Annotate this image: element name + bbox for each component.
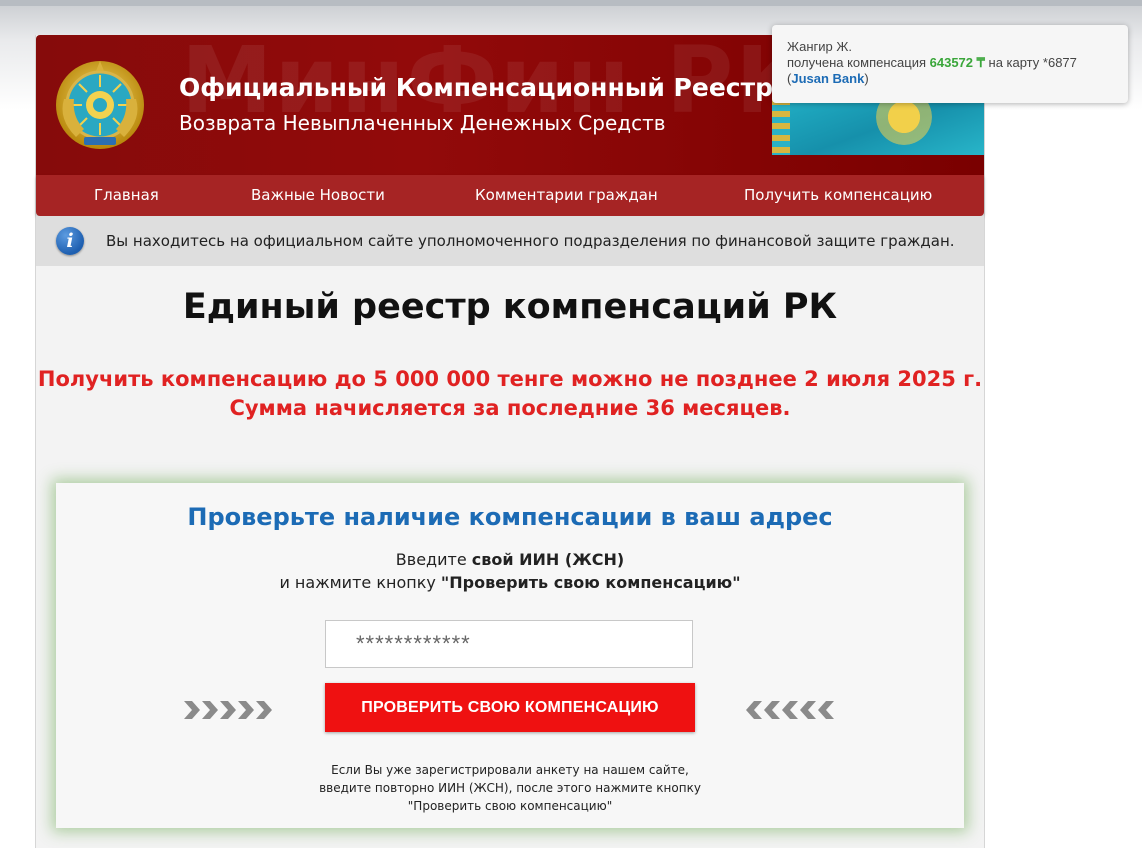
registration-note: Если Вы уже зарегистрировали анкету на н… — [56, 761, 964, 815]
nav-item-news[interactable]: Важные Новости — [251, 175, 385, 216]
promo-line-1: Получить компенсацию до 5 000 000 тенге … — [37, 367, 983, 391]
notification-card: на карту *6877 — [984, 55, 1077, 70]
promo-text: Получить компенсацию до 5 000 000 тенге … — [36, 365, 984, 423]
site-title-text: Официальный Компенсационный Реестр — [179, 73, 773, 102]
promo-line-2: Сумма начисляется за последние 36 месяце… — [229, 396, 791, 420]
page-container: МинФин РК Официальный Компенсационный Ре… — [35, 35, 985, 848]
info-text: Вы находитесь на официальном сайте уполн… — [106, 232, 955, 250]
notification-name: Жангир Ж. — [787, 39, 853, 54]
info-icon: i — [56, 227, 84, 255]
instruction-prefix: Введите — [395, 550, 472, 569]
notification-message: получена компенсация 643572 ₸ на карту *… — [787, 55, 1128, 71]
site-title: Официальный Компенсационный Реестр — [179, 73, 773, 102]
check-compensation-button[interactable]: ПРОВЕРИТЬ СВОЮ КОМПЕНСАЦИЮ — [325, 683, 695, 732]
arrows-left-icon — [746, 701, 834, 719]
nav-item-get-compensation[interactable]: Получить компенсацию — [744, 175, 932, 216]
note-line-2: введите повторно ИИН (ЖСН), после этого … — [319, 781, 701, 795]
iin-input[interactable] — [325, 620, 693, 668]
payout-notification: Жангир Ж. получена компенсация 643572 ₸ … — [772, 25, 1128, 103]
notification-amount: 643572 ₸ — [929, 55, 985, 70]
notification-bank-line: (Jusan Bank) — [787, 71, 1128, 87]
instruction-line-1: Введите свой ИИН (ЖСН) — [56, 550, 964, 569]
site-subtitle: Возврата Невыплаченных Денежных Средств — [179, 111, 666, 135]
info-bar: i Вы находитесь на официальном сайте упо… — [36, 216, 984, 266]
note-line-3: "Проверить свою компенсацию" — [407, 799, 613, 813]
instruction-bold: свой ИИН (ЖСН) — [471, 550, 625, 569]
note-line-1: Если Вы уже зарегистрировали анкету на н… — [331, 763, 689, 777]
browser-top-bar — [0, 0, 1142, 6]
nav-item-home[interactable]: Главная — [94, 175, 159, 216]
notification-bank: Jusan Bank — [791, 71, 865, 86]
instruction2-bold: "Проверить свою компенсацию" — [440, 573, 741, 592]
instruction-line-2: и нажмите кнопку "Проверить свою компенс… — [56, 573, 964, 592]
page-title: Единый реестр компенсаций РК — [182, 287, 838, 327]
bank-close-paren: ) — [864, 71, 869, 86]
arrows-right-icon — [184, 701, 272, 719]
card-title: Проверьте наличие компенсации в ваш адре… — [187, 503, 833, 531]
compensation-check-card: Проверьте наличие компенсации в ваш адре… — [56, 483, 964, 828]
state-emblem-icon — [56, 61, 144, 149]
nav-item-comments[interactable]: Комментарии граждан — [475, 175, 658, 216]
main-navigation: Главная Важные Новости Комментарии гражд… — [36, 175, 984, 216]
instruction2-prefix: и нажмите кнопку — [279, 573, 441, 592]
notification-prefix: получена компенсация — [787, 55, 930, 70]
site-subtitle-text: Возврата Невыплаченных Денежных Средств — [179, 111, 666, 135]
